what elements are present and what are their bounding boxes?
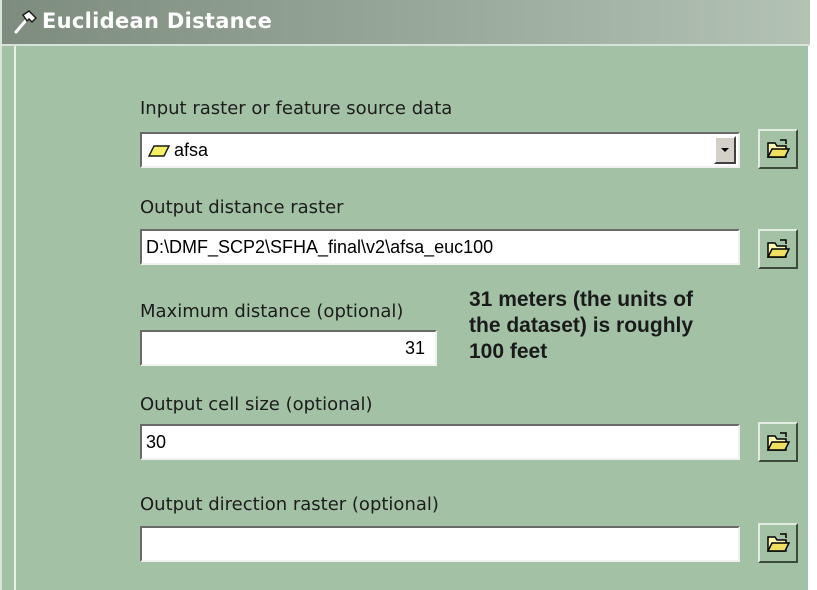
- input-source-browse-button[interactable]: [758, 129, 798, 169]
- open-folder-icon: [766, 139, 790, 158]
- input-source-value: afsa: [174, 140, 209, 160]
- max-distance-input[interactable]: 31: [140, 330, 437, 366]
- max-distance-label: Maximum distance (optional): [140, 301, 404, 322]
- cell-size-label: Output cell size (optional): [140, 394, 373, 415]
- input-source-combobox[interactable]: afsa: [140, 132, 740, 168]
- direction-raster-browse-button[interactable]: [758, 523, 798, 563]
- direction-raster-input[interactable]: [140, 526, 740, 562]
- annotation-note: 31 meters (the units of the dataset) is …: [469, 287, 799, 365]
- dialog-left-edge: [2, 46, 16, 590]
- cell-size-input[interactable]: 30: [140, 424, 740, 460]
- input-source-label: Input raster or feature source data: [140, 98, 453, 119]
- direction-raster-label: Output direction raster (optional): [140, 494, 439, 515]
- open-folder-icon: [766, 432, 790, 451]
- annotation-line: the dataset) is roughly: [469, 314, 694, 337]
- output-distance-browse-button[interactable]: [758, 229, 798, 269]
- chevron-down-icon: [721, 148, 729, 152]
- input-source-dropdown-button[interactable]: [714, 136, 736, 164]
- title-bar: Euclidean Distance: [2, 0, 810, 46]
- euclidean-distance-dialog: Euclidean Distance Input raster or featu…: [0, 0, 810, 590]
- open-folder-icon: [766, 239, 790, 258]
- output-distance-input[interactable]: D:\DMF_SCP2\SFHA_final\v2\afsa_euc100: [140, 229, 740, 265]
- annotation-line: 100 feet: [469, 340, 548, 363]
- hammer-icon: [14, 10, 38, 34]
- open-folder-icon: [766, 533, 790, 552]
- annotation-line: 31 meters (the units of: [469, 288, 694, 311]
- window-title: Euclidean Distance: [42, 9, 273, 33]
- cell-size-browse-button[interactable]: [758, 422, 798, 462]
- polygon-layer-icon: [148, 145, 170, 157]
- output-distance-label: Output distance raster: [140, 197, 344, 218]
